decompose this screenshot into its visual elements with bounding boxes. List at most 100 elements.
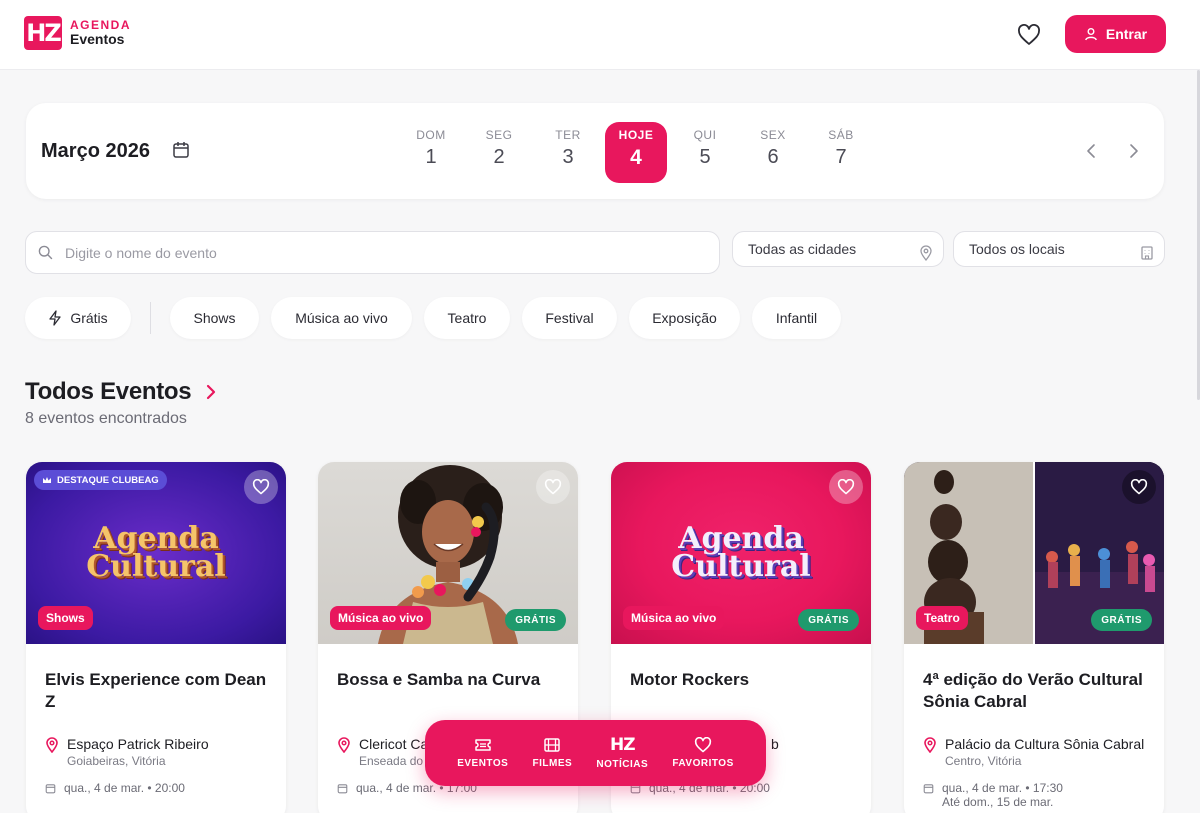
- day-number: 4: [630, 146, 642, 169]
- event-date-text: qua., 4 de mar. • 20:00: [64, 781, 185, 795]
- calendar-icon[interactable]: [172, 141, 190, 159]
- map-pin-icon: [920, 245, 932, 261]
- bottom-navigation: EVENTOS FILMES HZ NOTÍCIAS FAVORITOS: [425, 720, 766, 786]
- logo-line-2: Cultural: [671, 549, 811, 584]
- logo-text: AGENDA Eventos: [70, 17, 132, 48]
- venue-area: Centro, Vitória: [945, 754, 1022, 768]
- heart-icon: [694, 737, 712, 753]
- day-number: 7: [835, 146, 847, 168]
- calendar-icon: [923, 784, 934, 794]
- category-shows[interactable]: Shows: [170, 297, 259, 339]
- login-button[interactable]: Entrar: [1065, 15, 1166, 53]
- nav-label: FILMES: [532, 758, 573, 769]
- map-pin-icon: [46, 737, 58, 753]
- user-icon: [1084, 28, 1097, 41]
- top-header: HZ AGENDA Eventos Entrar: [0, 0, 1200, 70]
- day-tuesday[interactable]: TER 3: [537, 125, 599, 181]
- nav-label: NOTÍCIAS: [596, 759, 649, 770]
- day-thursday[interactable]: QUI 5: [674, 125, 736, 181]
- category-free[interactable]: Grátis: [25, 297, 131, 339]
- nav-label: FAVORITOS: [672, 758, 734, 769]
- category-tag: Shows: [38, 606, 93, 630]
- event-venue: Clericot Ca Enseada do: [337, 736, 428, 768]
- city-select-value: Todas as cidades: [748, 241, 857, 257]
- next-week-chevron-icon[interactable]: [1123, 141, 1143, 161]
- day-name: HOJE: [618, 128, 654, 142]
- logo-line-2: Cultural: [86, 549, 226, 584]
- day-sunday[interactable]: DOM 1: [400, 125, 462, 181]
- event-venue: Palácio da Cultura Sônia Cabral Centro, V…: [923, 736, 1144, 768]
- search-input[interactable]: [65, 244, 665, 261]
- venue-name: Palácio da Cultura Sônia Cabral: [945, 736, 1145, 752]
- day-monday[interactable]: SEG 2: [468, 125, 530, 181]
- day-saturday[interactable]: SÁB 7: [810, 125, 872, 181]
- category-label: Infantil: [775, 310, 818, 326]
- film-icon: [544, 738, 561, 752]
- map-pin-icon: [924, 737, 936, 753]
- category-live-music[interactable]: Música ao vivo: [271, 297, 412, 339]
- day-number: 6: [767, 146, 779, 168]
- category-label: Shows: [193, 310, 236, 326]
- event-image: Música ao vivo GRÁTIS: [318, 462, 578, 644]
- location-select[interactable]: Todos os locais: [953, 231, 1165, 267]
- city-select[interactable]: Todas as cidades: [732, 231, 944, 267]
- heart-icon: [1018, 24, 1040, 45]
- event-date: qua., 4 de mar. • 17:30 Até dom., 15 de m…: [923, 781, 1063, 809]
- heart-icon: [1130, 479, 1148, 495]
- category-tag: Música ao vivo: [623, 606, 725, 630]
- app-logo[interactable]: HZ AGENDA Eventos: [24, 16, 131, 50]
- category-label: Música ao vivo: [295, 310, 388, 326]
- hz-logo-icon: HZ: [610, 735, 636, 755]
- search-icon: [38, 245, 53, 260]
- category-label: Teatro: [447, 310, 487, 326]
- event-venue: Espaço Patrick Ribeiro Goiabeiras, Vitóri…: [45, 736, 209, 768]
- category-kids[interactable]: Infantil: [752, 297, 841, 339]
- event-title: Elvis Experience com Dean Z: [45, 670, 267, 711]
- nav-films[interactable]: FILMES: [533, 737, 573, 769]
- day-friday[interactable]: SEX 6: [742, 125, 804, 181]
- location-select-value: Todos os locais: [969, 241, 1065, 257]
- featured-badge-label: DESTAQUE CLUBEAG: [57, 474, 159, 486]
- logo-title-bottom: Eventos: [70, 30, 125, 47]
- nav-favorites[interactable]: FAVORITOS: [672, 737, 733, 769]
- category-label: Exposição: [652, 310, 717, 326]
- favorites-button[interactable]: [1014, 20, 1044, 50]
- venue-name: Espaço Patrick Ribeiro: [67, 736, 209, 752]
- week-calendar: Março 2026 DOM 1 SEG 2 TER 3 HOJE 4 QUI 5 SEX…: [26, 103, 1164, 199]
- nav-events[interactable]: EVENTOS: [457, 737, 508, 769]
- event-card[interactable]: Agenda Cultural DESTAQUE CLUBEAG Shows E…: [26, 462, 286, 813]
- event-search[interactable]: [25, 231, 720, 274]
- favorite-button[interactable]: [829, 470, 863, 504]
- day-name: QUI: [693, 128, 717, 142]
- logo-title-top: AGENDA: [70, 17, 132, 32]
- prev-week-chevron-icon[interactable]: [1082, 141, 1102, 161]
- favorite-button[interactable]: [1122, 470, 1156, 504]
- calendar-icon: [45, 784, 56, 794]
- free-badge: GRÁTIS: [1091, 609, 1152, 631]
- venue-name: b: [771, 736, 779, 752]
- category-tag: Teatro: [916, 606, 968, 630]
- category-exhibition[interactable]: Exposição: [629, 297, 740, 339]
- nav-news[interactable]: HZ NOTÍCIAS: [596, 736, 648, 770]
- day-today[interactable]: HOJE 4: [605, 122, 667, 183]
- category-festival[interactable]: Festival: [522, 297, 617, 339]
- event-card[interactable]: Teatro GRÁTIS 4ª edição do Verão Cultura…: [904, 462, 1164, 813]
- chevron-right-icon[interactable]: [202, 383, 220, 401]
- favorite-button[interactable]: [536, 470, 570, 504]
- map-pin-icon: [338, 737, 350, 753]
- category-theater[interactable]: Teatro: [424, 297, 510, 339]
- heart-icon: [252, 479, 270, 495]
- venue-name: Clericot Ca: [359, 736, 429, 752]
- day-number: 2: [493, 146, 505, 168]
- favorite-button[interactable]: [244, 470, 278, 504]
- free-badge: GRÁTIS: [798, 609, 859, 631]
- building-icon: [1141, 246, 1153, 260]
- crown-icon: [43, 476, 51, 483]
- day-name: DOM: [416, 128, 446, 142]
- event-title: Motor Rockers: [630, 670, 750, 689]
- event-venue: b: [771, 736, 779, 752]
- nav-label: EVENTOS: [457, 758, 509, 769]
- free-badge: GRÁTIS: [505, 609, 566, 631]
- day-name: TER: [555, 128, 581, 142]
- event-image: Agenda Cultural DESTAQUE CLUBEAG Shows: [26, 462, 286, 644]
